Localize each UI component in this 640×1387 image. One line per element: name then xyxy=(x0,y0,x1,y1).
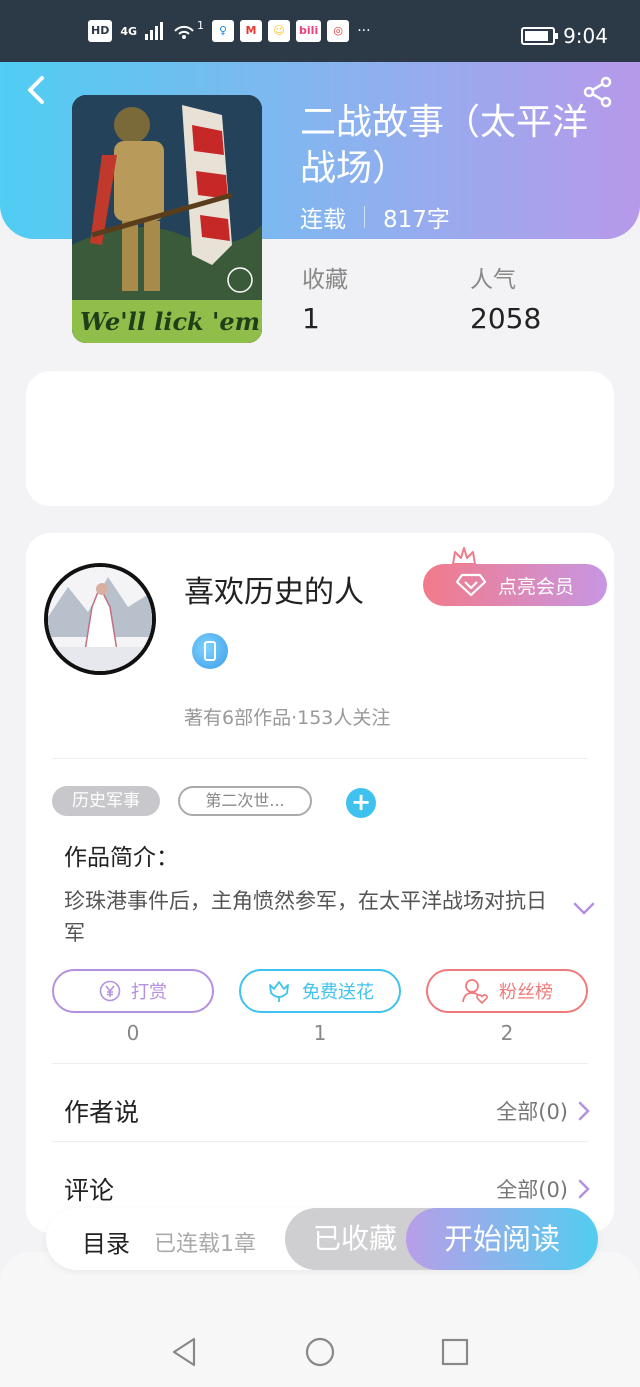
flower-count: 1 xyxy=(313,1021,327,1045)
status-bar: HD 4G 1 ♀ M ☺ bili ◎ ··· 9:04 xyxy=(0,0,640,62)
book-title: 二战故事（太平洋战场） xyxy=(300,102,589,189)
intro-text: 珍珠港事件后，主角愤然参军，在太平洋战场对抗日军 xyxy=(64,889,547,945)
avatar-illustration xyxy=(48,567,152,671)
meta-divider xyxy=(364,206,365,228)
more-notifications-icon: ··· xyxy=(357,23,371,39)
cover-illustration xyxy=(72,95,262,343)
author-says-all-label: 全部(0) xyxy=(496,1100,568,1124)
signal-label: 4G xyxy=(120,24,138,38)
diamond-icon xyxy=(455,573,486,597)
chevron-down-icon[interactable] xyxy=(572,901,596,917)
app-notification-icon: bili xyxy=(296,20,322,42)
intro-heading: 作品简介： xyxy=(64,845,179,871)
status-right: 9:04 xyxy=(521,24,608,48)
send-flower-button[interactable]: 免费送花 xyxy=(239,969,401,1013)
app-notification-icon: M xyxy=(240,20,263,42)
author-says-heading: 作者说 xyxy=(64,1098,140,1127)
tag-category[interactable]: 历史军事 xyxy=(52,786,160,816)
cover-caption: We'll lick 'em xyxy=(80,307,261,336)
flower-icon xyxy=(269,981,289,1002)
author-says-all-link[interactable]: 全部(0) xyxy=(496,1096,590,1126)
nav-recents-icon[interactable] xyxy=(441,1338,469,1366)
comments-all-label: 全部(0) xyxy=(496,1178,568,1202)
app-notification-icon: ◎ xyxy=(327,20,350,42)
divider xyxy=(52,1063,588,1064)
author-works-followers: 著有6部作品·153人关注 xyxy=(184,707,391,729)
comments-all-link[interactable]: 全部(0) xyxy=(496,1174,590,1204)
favorites-count: 1 xyxy=(302,302,320,335)
tip-count: 0 xyxy=(126,1021,140,1045)
status-left: HD 4G 1 ♀ M ☺ bili ◎ ··· xyxy=(88,18,371,42)
app-notification-icons: ♀ M ☺ bili ◎ xyxy=(212,20,350,42)
nav-home-icon[interactable] xyxy=(305,1337,335,1367)
hd-indicator: HD xyxy=(88,20,113,42)
popularity-label: 人气 xyxy=(470,267,516,293)
fan-ranking-label: 粉丝榜 xyxy=(499,982,553,1003)
author-name[interactable]: 喜欢历史的人 xyxy=(184,567,364,611)
wifi-badge: 1 xyxy=(197,18,205,32)
book-meta: 连载 817字 xyxy=(300,200,450,234)
crown-icon xyxy=(452,547,476,565)
battery-level xyxy=(525,31,549,41)
app-notification-icon: ♀ xyxy=(212,20,235,42)
author-avatar[interactable] xyxy=(44,563,156,675)
vip-button-label: 点亮会员 xyxy=(497,575,574,598)
tip-button[interactable]: 打赏 xyxy=(52,969,214,1013)
wifi-icon xyxy=(174,25,194,39)
yen-coin-icon xyxy=(99,980,121,1002)
chevron-right-icon xyxy=(578,1179,590,1199)
divider xyxy=(52,758,588,759)
chapter-status: 已连载1章 xyxy=(154,1232,256,1257)
author-level-badge-icon xyxy=(192,633,228,669)
tip-label: 打赏 xyxy=(131,982,167,1003)
book-detail-card: 喜欢历史的人 点亮会员 著有6部作品·153人关注 历史军事 第二次世... +… xyxy=(26,533,614,1233)
system-nav-bar xyxy=(0,1308,640,1387)
app-notification-icon: ☺ xyxy=(268,20,291,42)
nav-back-icon[interactable] xyxy=(170,1336,198,1368)
user-heart-icon xyxy=(462,979,488,1004)
vip-button[interactable]: 点亮会员 xyxy=(423,564,607,606)
start-reading-button[interactable]: 开始阅读 xyxy=(406,1208,598,1270)
popularity-count: 2058 xyxy=(470,302,542,335)
divider xyxy=(52,1141,588,1142)
battery-icon xyxy=(521,27,559,45)
clock: 9:04 xyxy=(563,24,608,48)
add-tag-button[interactable]: + xyxy=(346,788,376,818)
send-flower-label: 免费送花 xyxy=(302,982,374,1003)
chevron-right-icon xyxy=(578,1101,590,1121)
back-button[interactable] xyxy=(24,74,52,106)
signal-icon xyxy=(145,22,164,40)
favorites-label: 收藏 xyxy=(302,267,348,293)
placeholder-card xyxy=(26,371,614,506)
table-of-contents-button[interactable]: 目录 xyxy=(82,1224,130,1259)
serial-status: 连载 xyxy=(300,207,346,233)
word-count: 817字 xyxy=(383,207,450,233)
comments-heading: 评论 xyxy=(64,1176,115,1205)
book-cover[interactable]: We'll lick 'em xyxy=(72,95,262,343)
fan-count: 2 xyxy=(500,1021,514,1045)
tag-topic[interactable]: 第二次世... xyxy=(178,786,312,816)
fan-ranking-button[interactable]: 粉丝榜 xyxy=(426,969,588,1013)
chevron-left-icon xyxy=(28,76,44,104)
